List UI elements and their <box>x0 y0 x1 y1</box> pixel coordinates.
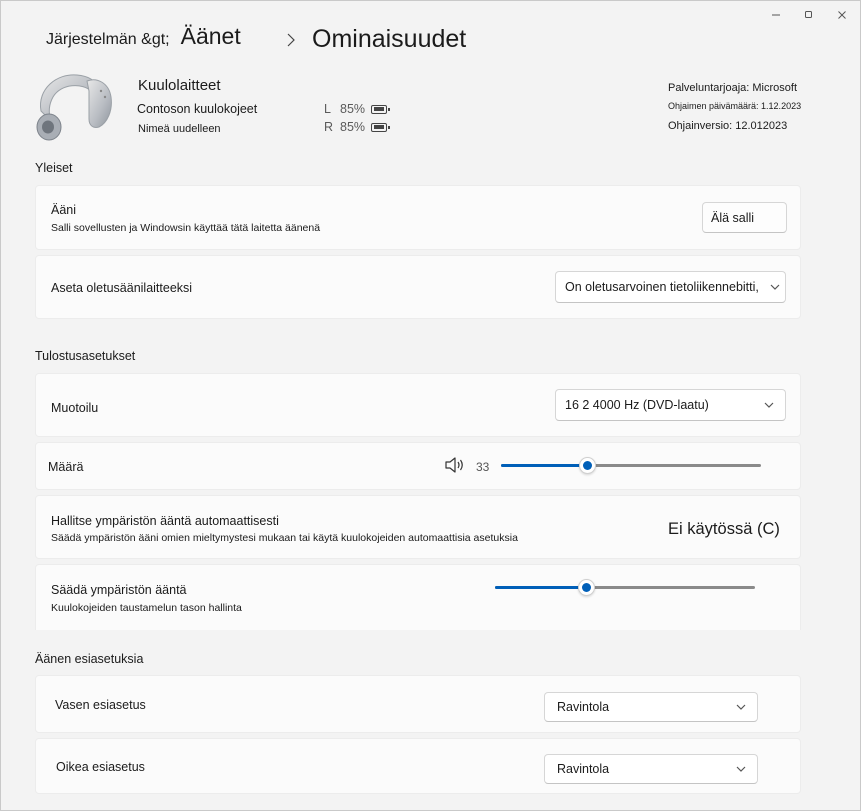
right-preset-card: Oikea esiasetus Ravintola <box>35 738 801 794</box>
driver-date-text: Ohjaimen päivämäärä: 1.12.2023 <box>668 101 802 111</box>
audio-description: Salli sovellusten ja Windowsin käyttää t… <box>51 222 321 234</box>
provider-text: Palveluntarjoaja: Microsoft <box>668 82 798 94</box>
battery-right: R 85% <box>324 120 390 134</box>
breadcrumb-tail: Ominaisuudet <box>46 25 486 59</box>
close-icon[interactable] <box>828 5 856 25</box>
hearing-aid-image <box>36 74 112 141</box>
audio-label: Ääni <box>51 203 77 217</box>
page-title: Ominaisuudet <box>312 25 467 53</box>
chevron-down-icon <box>736 766 746 772</box>
slider-fill <box>495 586 586 589</box>
left-preset-card: Vasen esiasetus Ravintola <box>35 675 801 733</box>
ambient-card: Säädä ympäristön ääntä Kuulokojeiden tau… <box>35 564 801 630</box>
chevron-down-icon <box>736 704 746 710</box>
battery-left-value: 85% <box>340 102 366 116</box>
deny-audio-button[interactable]: Älä salli <box>702 202 787 233</box>
volume-card: Määrä 33 <box>35 442 801 490</box>
default-device-value: On oletusarvoinen tietoliikennebitti, <box>565 280 759 294</box>
device-category: Kuulolaitteet <box>138 77 221 94</box>
battery-left-side: L <box>324 102 331 116</box>
ambient-auto-card: Hallitse ympäristön ääntä automaattisest… <box>35 495 801 559</box>
ambient-auto-description: Säädä ympäristön ääni omien mieltymystes… <box>51 532 518 544</box>
format-value: 16 2 4000 Hz (DVD-laatu) <box>565 398 709 412</box>
rename-link[interactable]: Nimeä uudelleen <box>138 123 221 135</box>
volume-slider[interactable] <box>501 455 761 475</box>
battery-right-value: 85% <box>340 120 366 134</box>
left-preset-value: Ravintola <box>557 700 610 714</box>
format-label: Muotoilu <box>51 401 99 415</box>
section-output-title: Tulostusasetukset <box>35 349 136 363</box>
driver-version-text: Ohjainversio: 12.012023 <box>668 120 788 132</box>
audio-card: Ääni Salli sovellusten ja Windowsin käyt… <box>35 185 801 250</box>
right-preset-value: Ravintola <box>557 762 610 776</box>
ambient-description: Kuulokojeiden taustamelun tason hallinta <box>51 602 242 614</box>
ambient-label: Säädä ympäristön ääntä <box>51 583 187 597</box>
chevron-down-icon <box>764 402 774 408</box>
settings-window: Järjestelmän &gt; Äänet Ominaisuudet Kuu… <box>0 0 861 811</box>
minimize-icon[interactable] <box>762 5 790 25</box>
left-preset-label: Vasen esiasetus <box>55 698 146 712</box>
speaker-icon[interactable] <box>444 456 466 474</box>
format-card: Muotoilu 16 2 4000 Hz (DVD-laatu) <box>35 373 801 437</box>
battery-right-side: R <box>324 120 334 134</box>
battery-icon <box>371 122 390 132</box>
ambient-auto-state[interactable]: Ei käytössä (C) <box>668 520 780 539</box>
slider-fill <box>501 464 587 467</box>
maximize-icon[interactable] <box>795 5 823 25</box>
default-device-dropdown[interactable]: On oletusarvoinen tietoliikennebitti, <box>555 271 786 303</box>
right-preset-dropdown[interactable]: Ravintola <box>544 754 758 784</box>
volume-value: 33 <box>476 460 490 474</box>
default-device-card: Aseta oletusäänilaitteeksi On oletusarvo… <box>35 255 801 319</box>
format-dropdown[interactable]: 16 2 4000 Hz (DVD-laatu) <box>555 389 786 421</box>
slider-thumb[interactable] <box>578 579 595 596</box>
slider-thumb[interactable] <box>578 457 596 474</box>
chevron-right-icon <box>287 33 295 47</box>
battery-left: L 85% <box>324 102 390 116</box>
device-name: Contoson kuulokojeet <box>137 102 258 116</box>
default-device-label: Aseta oletusäänilaitteeksi <box>51 281 193 295</box>
section-general-title: Yleiset <box>35 161 73 175</box>
ambient-auto-label: Hallitse ympäristön ääntä automaattisest… <box>51 514 279 528</box>
ambient-slider[interactable] <box>495 577 755 597</box>
section-presets-title: Äänen esiasetuksia <box>35 652 144 666</box>
right-preset-label: Oikea esiasetus <box>56 760 145 774</box>
battery-icon <box>371 104 390 114</box>
left-preset-dropdown[interactable]: Ravintola <box>544 692 758 722</box>
chevron-down-icon <box>770 284 780 290</box>
volume-label: Määrä <box>48 460 84 474</box>
